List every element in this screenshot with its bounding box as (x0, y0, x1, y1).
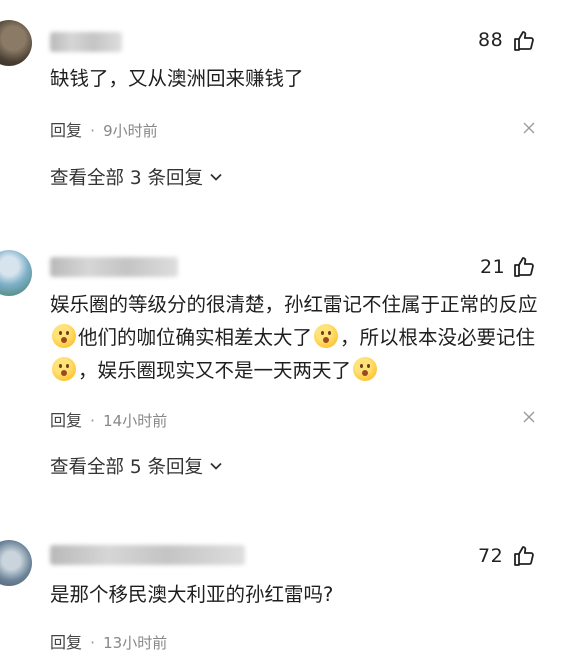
comment-text-part: 他们的咖位确实相差太大了 (78, 326, 313, 349)
thumbs-up-icon[interactable] (512, 544, 536, 568)
avatar[interactable] (0, 540, 32, 586)
avatar[interactable] (0, 250, 32, 296)
comment-meta: 回复 · 9小时前 (50, 117, 158, 141)
shy-face-emoji-icon (52, 324, 76, 348)
comment-text-part: ，所以根本没必要记住 (340, 326, 536, 349)
separator-dot: · (90, 633, 96, 652)
like-count: 88 (478, 29, 504, 51)
like-count: 72 (478, 545, 504, 567)
timestamp: 13小时前 (103, 634, 168, 652)
comment-text: 是那个移民澳大利亚的孙红雷吗? (50, 583, 334, 606)
thumbs-up-icon[interactable] (512, 255, 536, 279)
comment-meta: 回复 · 13小时前 (50, 629, 167, 653)
timestamp: 9小时前 (103, 122, 158, 140)
comment-meta: 回复 · 14小时前 (50, 407, 167, 431)
reply-button[interactable]: 回复 (50, 633, 82, 652)
comment-text-part: 娱乐圈的等级分的很清楚，孙红雷记不住属于正常的反应 (50, 293, 538, 316)
timestamp: 14小时前 (103, 412, 168, 430)
shy-face-emoji-icon (52, 357, 76, 381)
separator-dot: · (90, 411, 96, 430)
reply-button[interactable]: 回复 (50, 121, 82, 140)
separator-dot: · (90, 121, 96, 140)
chevron-down-icon (210, 173, 222, 181)
reply-button[interactable]: 回复 (50, 411, 82, 430)
thumbs-up-icon[interactable] (512, 29, 536, 53)
comment-text: 娱乐圈的等级分的很清楚，孙红雷记不住属于正常的反应他们的咖位确实相差太大了 ，所以… (50, 288, 545, 387)
shy-face-emoji-icon (353, 357, 378, 381)
username-blurred[interactable] (50, 545, 245, 565)
view-replies-label: 查看全部 5 条回复 (50, 457, 204, 478)
like-count: 21 (480, 256, 506, 278)
view-replies-button[interactable]: 查看全部 5 条回复 (50, 453, 223, 479)
username-blurred[interactable] (50, 32, 122, 52)
close-icon[interactable] (523, 122, 535, 134)
view-replies-button[interactable]: 查看全部 3 条回复 (50, 164, 223, 190)
view-replies-label: 查看全部 3 条回复 (50, 168, 204, 189)
comment-text-part: ，娱乐圈现实又不是一天两天了 (78, 359, 352, 382)
close-icon[interactable] (523, 411, 535, 423)
avatar[interactable] (0, 20, 32, 66)
chevron-down-icon (210, 462, 222, 470)
comment-text: 缺钱了，又从澳洲回来赚钱了 (50, 67, 304, 90)
shy-face-emoji-icon (314, 324, 339, 348)
username-blurred[interactable] (50, 257, 178, 277)
